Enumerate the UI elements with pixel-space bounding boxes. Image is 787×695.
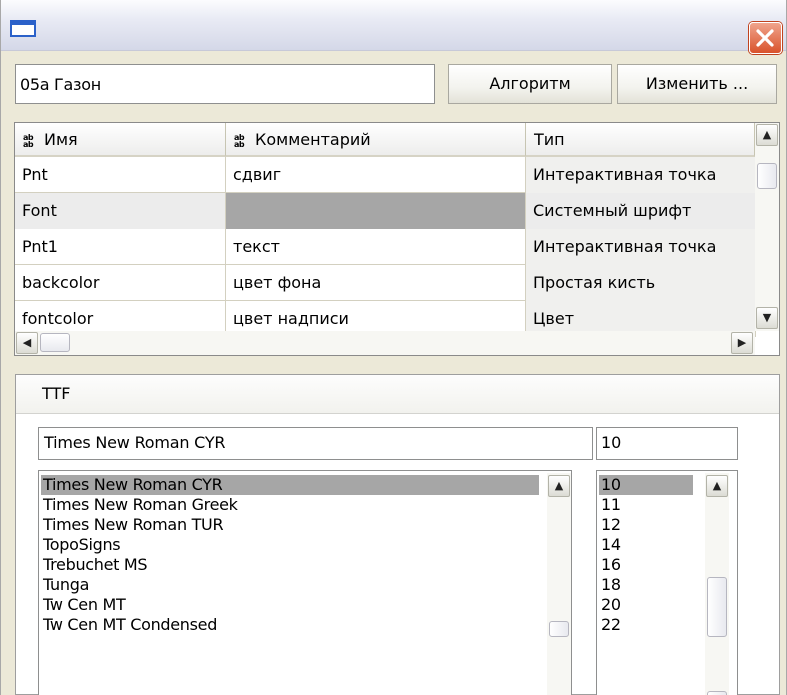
- close-button[interactable]: [749, 22, 782, 54]
- list-item[interactable]: 22: [599, 615, 621, 635]
- column-header-type[interactable]: Тип: [526, 123, 755, 157]
- list-item[interactable]: Tw Cen MT Condensed: [41, 615, 217, 635]
- font-list[interactable]: Times New Roman CYR Times New Roman Gree…: [38, 470, 572, 695]
- scroll-thumb[interactable]: [707, 577, 727, 637]
- table-row-selected[interactable]: Font Системный шрифт: [15, 193, 756, 229]
- scroll-up-button[interactable]: ▲: [756, 124, 778, 146]
- list-item[interactable]: Tw Cen MT: [41, 595, 126, 615]
- scroll-up-button[interactable]: ▲: [548, 475, 570, 497]
- cell-comment[interactable]: сдвиг: [226, 157, 526, 193]
- object-name-value: 05а Газон: [20, 75, 101, 94]
- list-item[interactable]: 20: [599, 595, 621, 615]
- chevron-up-icon: ▲: [712, 479, 722, 492]
- cell-name: Pnt: [15, 157, 226, 193]
- list-item[interactable]: 18: [599, 575, 621, 595]
- cell-type: Системный шрифт: [526, 193, 756, 229]
- column-header-comment[interactable]: ab ab Комментарий: [226, 123, 526, 157]
- list-item[interactable]: 11: [599, 495, 621, 515]
- change-button[interactable]: Изменить ...: [617, 64, 777, 104]
- ab-field-icon: ab ab: [234, 132, 245, 149]
- list-item[interactable]: Times New Roman Greek: [41, 495, 238, 515]
- scroll-down-edge[interactable]: [707, 691, 727, 695]
- list-item[interactable]: 14: [599, 535, 621, 555]
- cell-type: Интерактивная точка: [526, 157, 756, 193]
- scroll-thumb[interactable]: [757, 163, 777, 189]
- scroll-right-button[interactable]: ▶: [731, 332, 753, 354]
- font-size-list[interactable]: 10 11 12 14 16 18 20 22 ▲: [596, 470, 738, 695]
- size-list-scrollbar[interactable]: ▲: [705, 473, 729, 695]
- list-item[interactable]: Times New Roman CYR: [41, 475, 539, 495]
- scroll-left-button[interactable]: ◀: [16, 332, 38, 354]
- font-size-value: 10: [601, 433, 622, 452]
- close-x-icon: [756, 29, 774, 47]
- dialog-window: 05а Газон Алгоритм Изменить ... ab ab Имя …: [0, 0, 787, 695]
- table-row[interactable]: Pnt сдвиг Интерактивная точка: [15, 157, 756, 193]
- tab-bar: TTF: [16, 375, 779, 414]
- list-item[interactable]: TopoSigns: [41, 535, 121, 555]
- grid-horizontal-scrollbar[interactable]: ◀ ▶: [15, 331, 755, 355]
- chevron-up-icon: ▲: [554, 479, 564, 492]
- table-row[interactable]: fontcolor цвет надписи Цвет: [15, 301, 756, 337]
- cell-type: Интерактивная точка: [526, 229, 756, 265]
- cell-comment[interactable]: [226, 193, 526, 229]
- cell-comment[interactable]: текст: [226, 229, 526, 265]
- font-size-input[interactable]: 10: [596, 427, 738, 460]
- chevron-up-icon: ▲: [762, 128, 772, 141]
- list-item[interactable]: Trebuchet MS: [41, 555, 148, 575]
- tab-ttf[interactable]: TTF: [42, 384, 70, 403]
- chevron-left-icon: ◀: [22, 336, 32, 349]
- list-item[interactable]: Times New Roman TUR: [41, 515, 224, 535]
- font-name-input[interactable]: Times New Roman CYR: [38, 427, 593, 460]
- parameters-grid: ab ab Имя ab ab Комментарий Тип Pnt сдвиг Ин…: [14, 122, 780, 356]
- cell-name: backcolor: [15, 265, 226, 301]
- list-item[interactable]: Tunga: [41, 575, 89, 595]
- window-icon: [10, 20, 36, 37]
- scroll-thumb[interactable]: [40, 333, 70, 352]
- cell-name: Font: [15, 193, 226, 229]
- scroll-up-button[interactable]: ▲: [706, 475, 728, 497]
- chevron-right-icon: ▶: [737, 336, 747, 349]
- font-list-scrollbar[interactable]: ▲: [547, 473, 571, 695]
- cell-name: Pnt1: [15, 229, 226, 265]
- cell-comment[interactable]: цвет фона: [226, 265, 526, 301]
- object-name-field[interactable]: 05а Газон: [15, 64, 435, 104]
- column-header-comment-label: Комментарий: [255, 130, 371, 149]
- cell-type: Простая кисть: [526, 265, 756, 301]
- list-item[interactable]: 16: [599, 555, 621, 575]
- font-name-value: Times New Roman CYR: [44, 433, 226, 452]
- ab-field-icon: ab ab: [23, 132, 34, 149]
- title-bar[interactable]: [1, 0, 786, 54]
- column-header-type-label: Тип: [534, 130, 565, 149]
- font-panel: TTF Times New Roman CYR 10 Times New Rom…: [15, 374, 780, 695]
- list-item[interactable]: 12: [599, 515, 621, 535]
- column-header-name-label: Имя: [44, 130, 78, 149]
- column-header-name[interactable]: ab ab Имя: [15, 123, 226, 157]
- grid-vertical-scrollbar[interactable]: ▲ ▼: [755, 123, 779, 331]
- list-item[interactable]: 10: [599, 475, 693, 495]
- chevron-down-icon: ▼: [762, 311, 772, 324]
- scroll-thumb[interactable]: [549, 621, 569, 637]
- table-row[interactable]: backcolor цвет фона Простая кисть: [15, 265, 756, 301]
- scroll-down-button[interactable]: ▼: [756, 307, 778, 329]
- table-row[interactable]: Pnt1 текст Интерактивная точка: [15, 229, 756, 265]
- algorithm-button[interactable]: Алгоритм: [448, 64, 612, 104]
